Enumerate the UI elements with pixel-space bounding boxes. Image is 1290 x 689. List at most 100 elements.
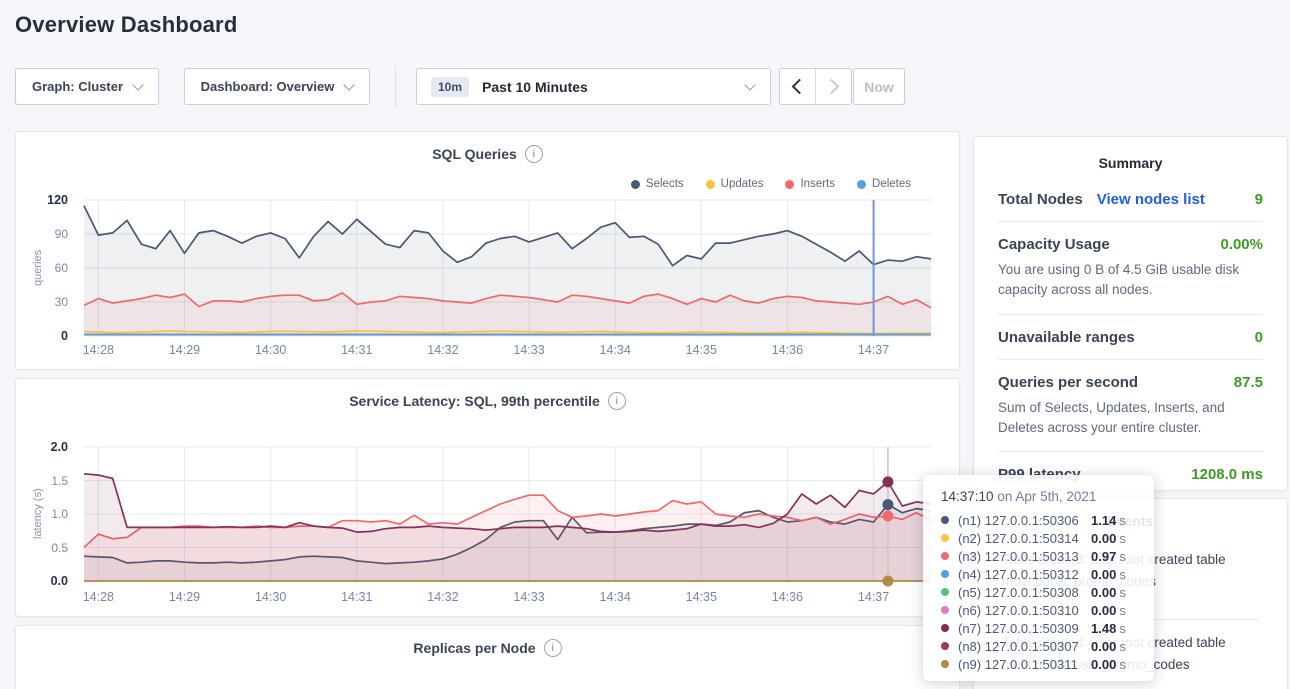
- dashboard-dropdown[interactable]: Dashboard: Overview: [184, 68, 370, 105]
- legend-label: Inserts: [800, 178, 835, 190]
- chart-hover-tooltip: 14:37:10 on Apr 5th, 2021 (n1) 127.0.0.1…: [923, 475, 1154, 681]
- hover-data-point: [882, 511, 893, 522]
- legend-item-inserts[interactable]: Inserts: [785, 178, 835, 190]
- legend-label: Updates: [721, 178, 764, 190]
- time-range-dropdown[interactable]: 10m Past 10 Minutes: [416, 68, 771, 105]
- node-address: (n1) 127.0.0.1:50306: [958, 513, 1091, 528]
- x-axis-label: 14:30: [255, 343, 286, 357]
- tooltip-node-row: (n3) 127.0.0.1:503130.97s: [941, 547, 1138, 565]
- hover-data-point: [882, 576, 893, 587]
- x-axis-label: 14:36: [772, 590, 803, 604]
- y-axis-label: 0: [61, 329, 68, 343]
- node-latency-unit: s: [1119, 567, 1126, 582]
- y-axis-label: 30: [55, 295, 68, 309]
- time-range-badge: 10m: [431, 77, 469, 97]
- x-axis-label: 14:33: [513, 343, 544, 357]
- node-color-dot-icon: [941, 642, 949, 650]
- y-axis-label: 120: [47, 193, 68, 207]
- tooltip-node-row: (n8) 127.0.0.1:503070.00s: [941, 637, 1138, 655]
- info-icon[interactable]: i: [608, 392, 626, 410]
- hover-data-point: [882, 499, 893, 510]
- time-step-forward-button[interactable]: [815, 69, 851, 104]
- legend-item-updates[interactable]: Updates: [706, 178, 764, 190]
- node-color-dot-icon: [941, 606, 949, 614]
- view-nodes-list-link[interactable]: View nodes list: [1097, 191, 1205, 208]
- legend-dot-icon: [706, 180, 715, 189]
- summary-subtext: Sum of Selects, Updates, Inserts, and De…: [998, 398, 1263, 439]
- tooltip-node-row: (n9) 127.0.0.1:503110.00s: [941, 655, 1138, 673]
- node-latency-value: 0.00: [1091, 567, 1116, 582]
- replicas-per-node-panel: Replicas per Nodei: [15, 625, 960, 689]
- now-button[interactable]: Now: [853, 68, 905, 105]
- x-axis-label: 14:35: [686, 590, 717, 604]
- x-axis-label: 14:31: [341, 343, 372, 357]
- graph-scope-dropdown[interactable]: Graph: Cluster: [15, 68, 159, 105]
- summary-value: 0.00%: [1220, 236, 1263, 253]
- x-axis-label: 14:28: [83, 590, 114, 604]
- tooltip-node-row: (n7) 127.0.0.1:503091.48s: [941, 619, 1138, 637]
- legend-item-deletes[interactable]: Deletes: [857, 178, 911, 190]
- summary-value: 9: [1255, 191, 1263, 208]
- y-axis-label: 1.0: [51, 507, 68, 521]
- chevron-left-icon: [792, 79, 808, 95]
- overview-dashboard-screen: Overview Dashboard Graph: Cluster Dashbo…: [0, 0, 1290, 689]
- legend-dot-icon: [631, 180, 640, 189]
- node-color-dot-icon: [941, 588, 949, 596]
- service-latency-panel: Service Latency: SQL, 99th percentilei l…: [15, 378, 960, 617]
- tooltip-rows: (n1) 127.0.0.1:503061.14s(n2) 127.0.0.1:…: [941, 511, 1138, 673]
- node-address: (n9) 127.0.0.1:50311: [958, 657, 1091, 672]
- legend-item-selects[interactable]: Selects: [631, 178, 684, 190]
- summary-label: Total Nodes: [998, 191, 1083, 208]
- node-latency-value: 0.00: [1091, 603, 1116, 618]
- service-latency-plot[interactable]: [84, 447, 931, 581]
- x-axis-label: 14:30: [255, 590, 286, 604]
- tooltip-node-row: (n2) 127.0.0.1:503140.00s: [941, 529, 1138, 547]
- x-axis-label: 14:28: [83, 343, 114, 357]
- hover-data-point: [882, 476, 893, 487]
- x-axis-label: 14:31: [341, 590, 372, 604]
- sql-queries-plot[interactable]: [84, 200, 931, 336]
- node-latency-unit: s: [1119, 639, 1126, 654]
- summary-row-capacity-usage: Capacity Usage 0.00% You are using 0 B o…: [998, 222, 1263, 315]
- node-latency-unit: s: [1119, 621, 1126, 636]
- node-latency-value: 1.48: [1091, 621, 1116, 636]
- node-address: (n6) 127.0.0.1:50310: [958, 603, 1091, 618]
- x-axis-labels: 14:2814:2914:3014:3114:3214:3314:3414:35…: [84, 343, 931, 359]
- node-address: (n7) 127.0.0.1:50309: [958, 621, 1091, 636]
- x-axis-label: 14:37: [858, 590, 889, 604]
- node-latency-value: 0.00: [1091, 657, 1116, 672]
- sql-queries-panel: SQL Queriesi Selects Updates Inserts Delete…: [15, 131, 960, 370]
- x-axis-label: 14:32: [427, 590, 458, 604]
- node-latency-unit: s: [1119, 585, 1126, 600]
- x-axis-label: 14:34: [600, 590, 631, 604]
- info-icon[interactable]: i: [544, 639, 562, 657]
- graph-scope-dropdown-label: Graph: Cluster: [32, 79, 123, 94]
- page-title: Overview Dashboard: [15, 12, 237, 38]
- x-axis-label: 14:29: [169, 590, 200, 604]
- summary-card: Summary Total Nodes View nodes list 9 Ca…: [973, 136, 1288, 491]
- summary-label: Capacity Usage: [998, 236, 1110, 253]
- tooltip-timestamp: 14:37:10 on Apr 5th, 2021: [941, 489, 1138, 504]
- y-axis-label: 60: [55, 261, 68, 275]
- node-latency-unit: s: [1119, 513, 1126, 528]
- node-latency-unit: s: [1119, 531, 1126, 546]
- y-axis-labels: 0306090120: [16, 200, 76, 336]
- node-color-dot-icon: [941, 570, 949, 578]
- node-color-dot-icon: [941, 552, 949, 560]
- node-color-dot-icon: [941, 534, 949, 542]
- time-step-buttons: [779, 68, 852, 105]
- service-latency-svg: [84, 447, 931, 581]
- node-latency-value: 0.00: [1091, 531, 1116, 546]
- node-color-dot-icon: [941, 624, 949, 632]
- x-axis-label: 14:37: [858, 343, 889, 357]
- chevron-down-icon: [744, 79, 755, 90]
- summary-value: 87.5: [1234, 374, 1263, 391]
- tooltip-node-row: (n6) 127.0.0.1:503100.00s: [941, 601, 1138, 619]
- legend-dot-icon: [857, 180, 866, 189]
- chart-title: SQL Queriesi: [16, 145, 959, 163]
- tooltip-node-row: (n5) 127.0.0.1:503080.00s: [941, 583, 1138, 601]
- node-latency-unit: s: [1119, 549, 1126, 564]
- node-latency-value: 0.97: [1091, 549, 1116, 564]
- info-icon[interactable]: i: [525, 145, 543, 163]
- time-step-back-button[interactable]: [780, 69, 815, 104]
